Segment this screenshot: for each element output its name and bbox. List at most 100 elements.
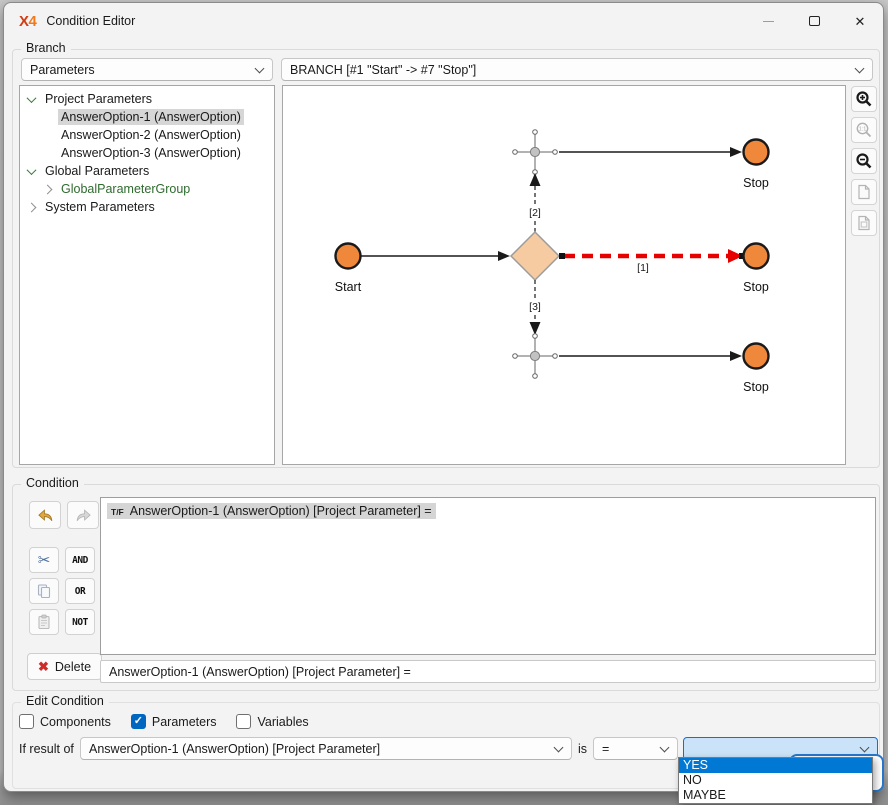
connector-cross-bottom xyxy=(513,334,558,379)
stop-node-top[interactable]: Stop xyxy=(743,140,769,191)
parameters-checkbox[interactable]: Parameters xyxy=(131,714,217,729)
branch-select[interactable]: BRANCH [#1 "Start" -> #7 "Stop"] xyxy=(281,58,873,81)
maximize-icon xyxy=(809,16,820,26)
chevron-down-icon xyxy=(660,742,670,752)
condition-summary-field: AnswerOption-1 (AnswerOption) [Project P… xyxy=(100,660,876,683)
connector-cross-top xyxy=(513,130,558,175)
fit-selection-icon xyxy=(856,215,872,231)
zoom-in-icon xyxy=(855,90,873,108)
undo-icon xyxy=(37,507,54,524)
edge-3[interactable]: [3] xyxy=(526,280,544,335)
delete-button[interactable]: ✖ Delete xyxy=(27,653,102,680)
branch-mode-select[interactable]: Parameters xyxy=(21,58,273,81)
components-checkbox[interactable]: Components xyxy=(19,714,111,729)
chevron-expanded-icon[interactable] xyxy=(27,165,37,175)
true-false-badge: T/F xyxy=(111,507,124,517)
stop-node-label: Stop xyxy=(743,380,769,394)
window-title: Condition Editor xyxy=(46,14,135,28)
fit-page-button[interactable] xyxy=(851,179,877,205)
tree-item-global-parameters[interactable]: Global Parameters xyxy=(20,162,274,180)
redo-icon xyxy=(75,507,92,524)
checkbox-unchecked-icon xyxy=(19,714,34,729)
tree-item-answeroption-3[interactable]: AnswerOption-3 (AnswerOption) xyxy=(20,144,274,162)
zoom-actual-size-icon: 1:1 xyxy=(855,121,873,139)
svg-text:1:1: 1:1 xyxy=(859,127,867,133)
maximize-button[interactable] xyxy=(791,3,837,39)
chevron-down-icon xyxy=(860,742,870,752)
x4-logo-icon: X4 xyxy=(19,13,36,30)
edge-start-to-branch[interactable] xyxy=(361,251,510,261)
tree-item-project-parameters[interactable]: Project Parameters xyxy=(20,90,274,108)
if-result-of-label: If result of xyxy=(19,737,74,760)
fit-page-icon xyxy=(856,184,872,200)
zoom-actual-size-button[interactable]: 1:1 xyxy=(851,117,877,143)
minimize-button[interactable] xyxy=(745,3,791,39)
edge-2-label: [2] xyxy=(529,207,541,219)
copy-icon xyxy=(36,583,52,599)
checkbox-checked-icon xyxy=(131,714,146,729)
close-icon: ✕ xyxy=(855,15,866,28)
chevron-down-icon xyxy=(255,63,265,73)
tree-item-system-parameters[interactable]: System Parameters xyxy=(20,198,274,216)
checkbox-unchecked-icon xyxy=(236,714,251,729)
edge-1-label: [1] xyxy=(637,262,649,274)
option-no[interactable]: NO xyxy=(679,773,872,788)
redo-button[interactable] xyxy=(67,501,99,529)
paste-button[interactable] xyxy=(29,609,59,635)
is-label: is xyxy=(578,737,587,760)
branch-diagram-panel: [2] Start xyxy=(282,85,846,465)
edge-top-to-stop[interactable] xyxy=(559,147,742,157)
chevron-expanded-icon[interactable] xyxy=(27,93,37,103)
branch-diamond-node[interactable] xyxy=(511,232,559,280)
close-button[interactable]: ✕ xyxy=(837,3,883,39)
titlebar: X4 Condition Editor ✕ xyxy=(4,3,883,39)
edge-2[interactable]: [2] xyxy=(526,173,544,232)
zoom-out-icon xyxy=(855,152,873,170)
fit-selection-button[interactable] xyxy=(851,210,877,236)
condition-group: Condition ✂ AND OR xyxy=(12,484,880,691)
operator-select[interactable]: = xyxy=(593,737,678,760)
parameter-tree: Project Parameters AnswerOption-1 (Answe… xyxy=(19,85,275,465)
condition-list-item[interactable]: T/F AnswerOption-1 (AnswerOption) [Proje… xyxy=(107,503,436,519)
condition-editor-window: X4 Condition Editor ✕ Branch Parameters … xyxy=(3,2,884,792)
condition-list[interactable]: T/F AnswerOption-1 (AnswerOption) [Proje… xyxy=(100,497,876,655)
edge-3-label: [3] xyxy=(529,301,541,313)
or-button[interactable]: OR xyxy=(65,578,95,604)
value-select-popup: YES NO MAYBE xyxy=(678,757,873,804)
not-button[interactable]: NOT xyxy=(65,609,95,635)
stop-node-bottom[interactable]: Stop xyxy=(743,344,769,395)
condition-group-label: Condition xyxy=(21,476,84,490)
result-of-select[interactable]: AnswerOption-1 (AnswerOption) [Project P… xyxy=(80,737,572,760)
stop-node-middle[interactable]: Stop xyxy=(743,244,769,295)
undo-button[interactable] xyxy=(29,501,61,529)
chevron-down-icon xyxy=(855,63,865,73)
variables-checkbox[interactable]: Variables xyxy=(236,714,308,729)
edge-bottom-to-stop[interactable] xyxy=(559,351,742,361)
chevron-collapsed-icon[interactable] xyxy=(43,184,53,194)
delete-x-icon: ✖ xyxy=(38,659,49,675)
edit-condition-group-label: Edit Condition xyxy=(21,694,109,708)
branch-group: Branch Parameters BRANCH [#1 "Start" -> … xyxy=(12,49,880,468)
zoom-out-button[interactable] xyxy=(851,148,877,174)
tree-item-answeroption-2[interactable]: AnswerOption-2 (AnswerOption) xyxy=(20,126,274,144)
option-yes[interactable]: YES xyxy=(679,758,872,773)
cut-icon: ✂ xyxy=(38,551,51,569)
paste-icon xyxy=(36,614,52,630)
zoom-in-button[interactable] xyxy=(851,86,877,112)
branch-group-label: Branch xyxy=(21,41,71,55)
option-maybe[interactable]: MAYBE xyxy=(679,788,872,803)
chevron-down-icon xyxy=(554,742,564,752)
start-node-label: Start xyxy=(335,280,362,294)
tree-item-globalparametergroup[interactable]: GlobalParameterGroup xyxy=(20,180,274,198)
branch-diagram: [2] Start xyxy=(283,86,845,464)
chevron-collapsed-icon[interactable] xyxy=(27,202,37,212)
copy-button[interactable] xyxy=(29,578,59,604)
edge-1-selected[interactable]: [1] xyxy=(559,249,745,274)
and-button[interactable]: AND xyxy=(65,547,95,573)
minimize-icon xyxy=(763,21,774,22)
start-node[interactable]: Start xyxy=(335,244,362,295)
stop-node-label: Stop xyxy=(743,280,769,294)
tree-item-answeroption-1[interactable]: AnswerOption-1 (AnswerOption) xyxy=(20,108,274,126)
cut-button[interactable]: ✂ xyxy=(29,547,59,573)
stop-node-label: Stop xyxy=(743,176,769,190)
